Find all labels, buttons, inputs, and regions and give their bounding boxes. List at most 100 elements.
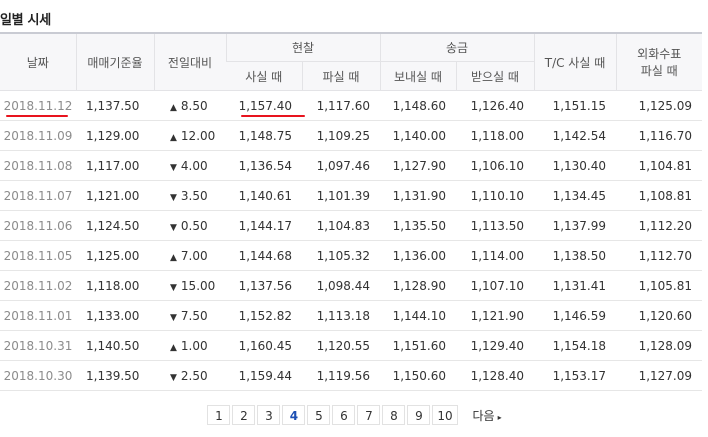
row-foreign-check: 1,105.81: [616, 270, 702, 301]
row-tc-buy: 1,153.17: [534, 360, 616, 391]
row-transfer-receive: 1,118.00: [456, 120, 534, 151]
row-change-value: 7.00: [180, 248, 208, 263]
row-change: ▲ 12.00: [154, 120, 226, 151]
row-transfer-send: 1,140.00: [380, 120, 456, 151]
row-base-rate: 1,129.00: [76, 120, 154, 151]
row-change: ▲ 7.00: [154, 240, 226, 271]
table-row: 2018.11.08 1,117.00 ▼ 4.00 1,136.54 1,097.46 1…: [0, 150, 702, 181]
row-cash-buy: 1,144.17: [226, 210, 302, 241]
row-transfer-send: 1,151.60: [380, 330, 456, 361]
row-cash-sell: 1,104.83: [302, 210, 380, 241]
row-base-rate: 1,133.00: [76, 300, 154, 331]
table-row: 2018.11.07 1,121.00 ▼ 3.50 1,140.61 1,101.39 1…: [0, 180, 702, 211]
row-cash-sell: 1,109.25: [302, 120, 380, 151]
row-date: 2018.10.31: [0, 330, 76, 361]
next-page-link[interactable]: 다음 ▸: [473, 407, 502, 424]
table-header-row: 날짜 매매기준율 전일대비 현찰 송금 T/C 사실 때 외화수표 파실 때: [0, 32, 702, 91]
row-base-rate: 1,118.00: [76, 270, 154, 301]
triangle-down-icon: ▼: [170, 192, 177, 203]
row-cash-sell: 1,119.56: [302, 360, 380, 391]
page-link-1[interactable]: 1: [207, 405, 231, 425]
annotation-underline-cash-buy: [241, 115, 305, 117]
page-link-9[interactable]: 9: [407, 405, 431, 425]
col-group-cash: 현찰: [225, 32, 380, 62]
row-change: ▼ 7.50: [154, 300, 226, 331]
row-cash-buy: 1,152.82: [226, 300, 302, 331]
triangle-down-icon: ▼: [170, 222, 177, 233]
row-cash-buy: 1,137.56: [226, 270, 302, 301]
page-link-8[interactable]: 8: [382, 405, 406, 425]
row-transfer-receive: 1,129.40: [456, 330, 534, 361]
row-tc-buy: 1,154.18: [534, 330, 616, 361]
row-foreign-check: 1,116.70: [616, 120, 702, 151]
row-tc-buy: 1,134.45: [534, 180, 616, 211]
row-transfer-receive: 1,113.50: [456, 210, 534, 241]
row-change-value: 4.00: [180, 158, 208, 173]
row-foreign-check: 1,104.81: [616, 150, 702, 181]
row-transfer-send: 1,148.60: [380, 90, 456, 121]
col-group-transfer: 송금: [379, 32, 534, 62]
triangle-up-icon: ▲: [170, 252, 177, 263]
triangle-up-icon: ▲: [170, 342, 177, 353]
row-change-value: 0.50: [180, 218, 208, 233]
row-cash-sell: 1,113.18: [302, 300, 380, 331]
row-change-value: 12.00: [180, 128, 216, 143]
col-transfer-send: 보내실 때: [379, 61, 456, 91]
row-tc-buy: 1,131.41: [534, 270, 616, 301]
row-foreign-check: 1,128.09: [616, 330, 702, 361]
col-foreign-check-line1: 외화수표: [637, 47, 682, 61]
row-cash-sell: 1,098.44: [302, 270, 380, 301]
page-link-4[interactable]: 4: [282, 405, 306, 425]
table-row: 2018.11.12 1,137.50 ▲ 8.50 1,157.40 1,117.60 1…: [0, 90, 702, 121]
row-change-value: 1.00: [180, 338, 208, 353]
row-cash-buy: 1,140.61: [226, 180, 302, 211]
row-tc-buy: 1,146.59: [534, 300, 616, 331]
row-transfer-receive: 1,126.40: [456, 90, 534, 121]
page-link-5[interactable]: 5: [307, 405, 331, 425]
triangle-down-icon: ▼: [170, 162, 177, 173]
row-change: ▲ 1.00: [154, 330, 226, 361]
row-transfer-receive: 1,128.40: [456, 360, 534, 391]
page-link-6[interactable]: 6: [332, 405, 356, 425]
row-cash-sell: 1,117.60: [302, 90, 380, 121]
page-link-10[interactable]: 10: [432, 405, 458, 425]
row-base-rate: 1,121.00: [76, 180, 154, 211]
row-date: 2018.11.01: [0, 300, 76, 331]
row-transfer-send: 1,128.90: [380, 270, 456, 301]
row-tc-buy: 1,151.15: [534, 90, 616, 121]
row-foreign-check: 1,120.60: [616, 300, 702, 331]
row-date: 2018.11.06: [0, 210, 76, 241]
col-cash-sell: 파실 때: [301, 61, 380, 91]
section-title: 일별 시세: [0, 13, 51, 28]
row-change-value: 2.50: [180, 368, 208, 383]
row-change-value: 3.50: [180, 188, 208, 203]
row-change: ▼ 2.50: [154, 360, 226, 391]
row-cash-sell: 1,097.46: [302, 150, 380, 181]
row-cash-buy: 1,136.54: [226, 150, 302, 181]
row-foreign-check: 1,127.09: [616, 360, 702, 391]
col-change: 전일대비: [153, 32, 226, 91]
col-date: 날짜: [0, 32, 76, 91]
row-cash-sell: 1,120.55: [302, 330, 380, 361]
row-tc-buy: 1,142.54: [534, 120, 616, 151]
row-transfer-receive: 1,106.10: [456, 150, 534, 181]
next-page-label: 다음: [472, 409, 495, 423]
triangle-down-icon: ▼: [170, 282, 177, 293]
page-link-7[interactable]: 7: [357, 405, 381, 425]
row-change-value: 7.50: [180, 308, 208, 323]
triangle-up-icon: ▲: [170, 102, 177, 113]
row-cash-buy: 1,160.45: [226, 330, 302, 361]
daily-rate-table: 날짜 매매기준율 전일대비 현찰 송금 T/C 사실 때 외화수표 파실 때 사실…: [0, 32, 702, 391]
page-link-2[interactable]: 2: [232, 405, 256, 425]
row-transfer-send: 1,135.50: [380, 210, 456, 241]
page-link-3[interactable]: 3: [257, 405, 281, 425]
table-row: 2018.11.09 1,129.00 ▲ 12.00 1,148.75 1,109.25…: [0, 120, 702, 151]
row-base-rate: 1,140.50: [76, 330, 154, 361]
table-row: 2018.11.06 1,124.50 ▼ 0.50 1,144.17 1,104.83 1…: [0, 210, 702, 241]
row-transfer-receive: 1,114.00: [456, 240, 534, 271]
row-cash-buy: 1,159.44: [226, 360, 302, 391]
col-foreign-check-line2: 파실 때: [640, 64, 678, 78]
row-date: 2018.10.30: [0, 360, 76, 391]
row-cash-buy: 1,148.75: [226, 120, 302, 151]
row-change: ▼ 4.00: [154, 150, 226, 181]
